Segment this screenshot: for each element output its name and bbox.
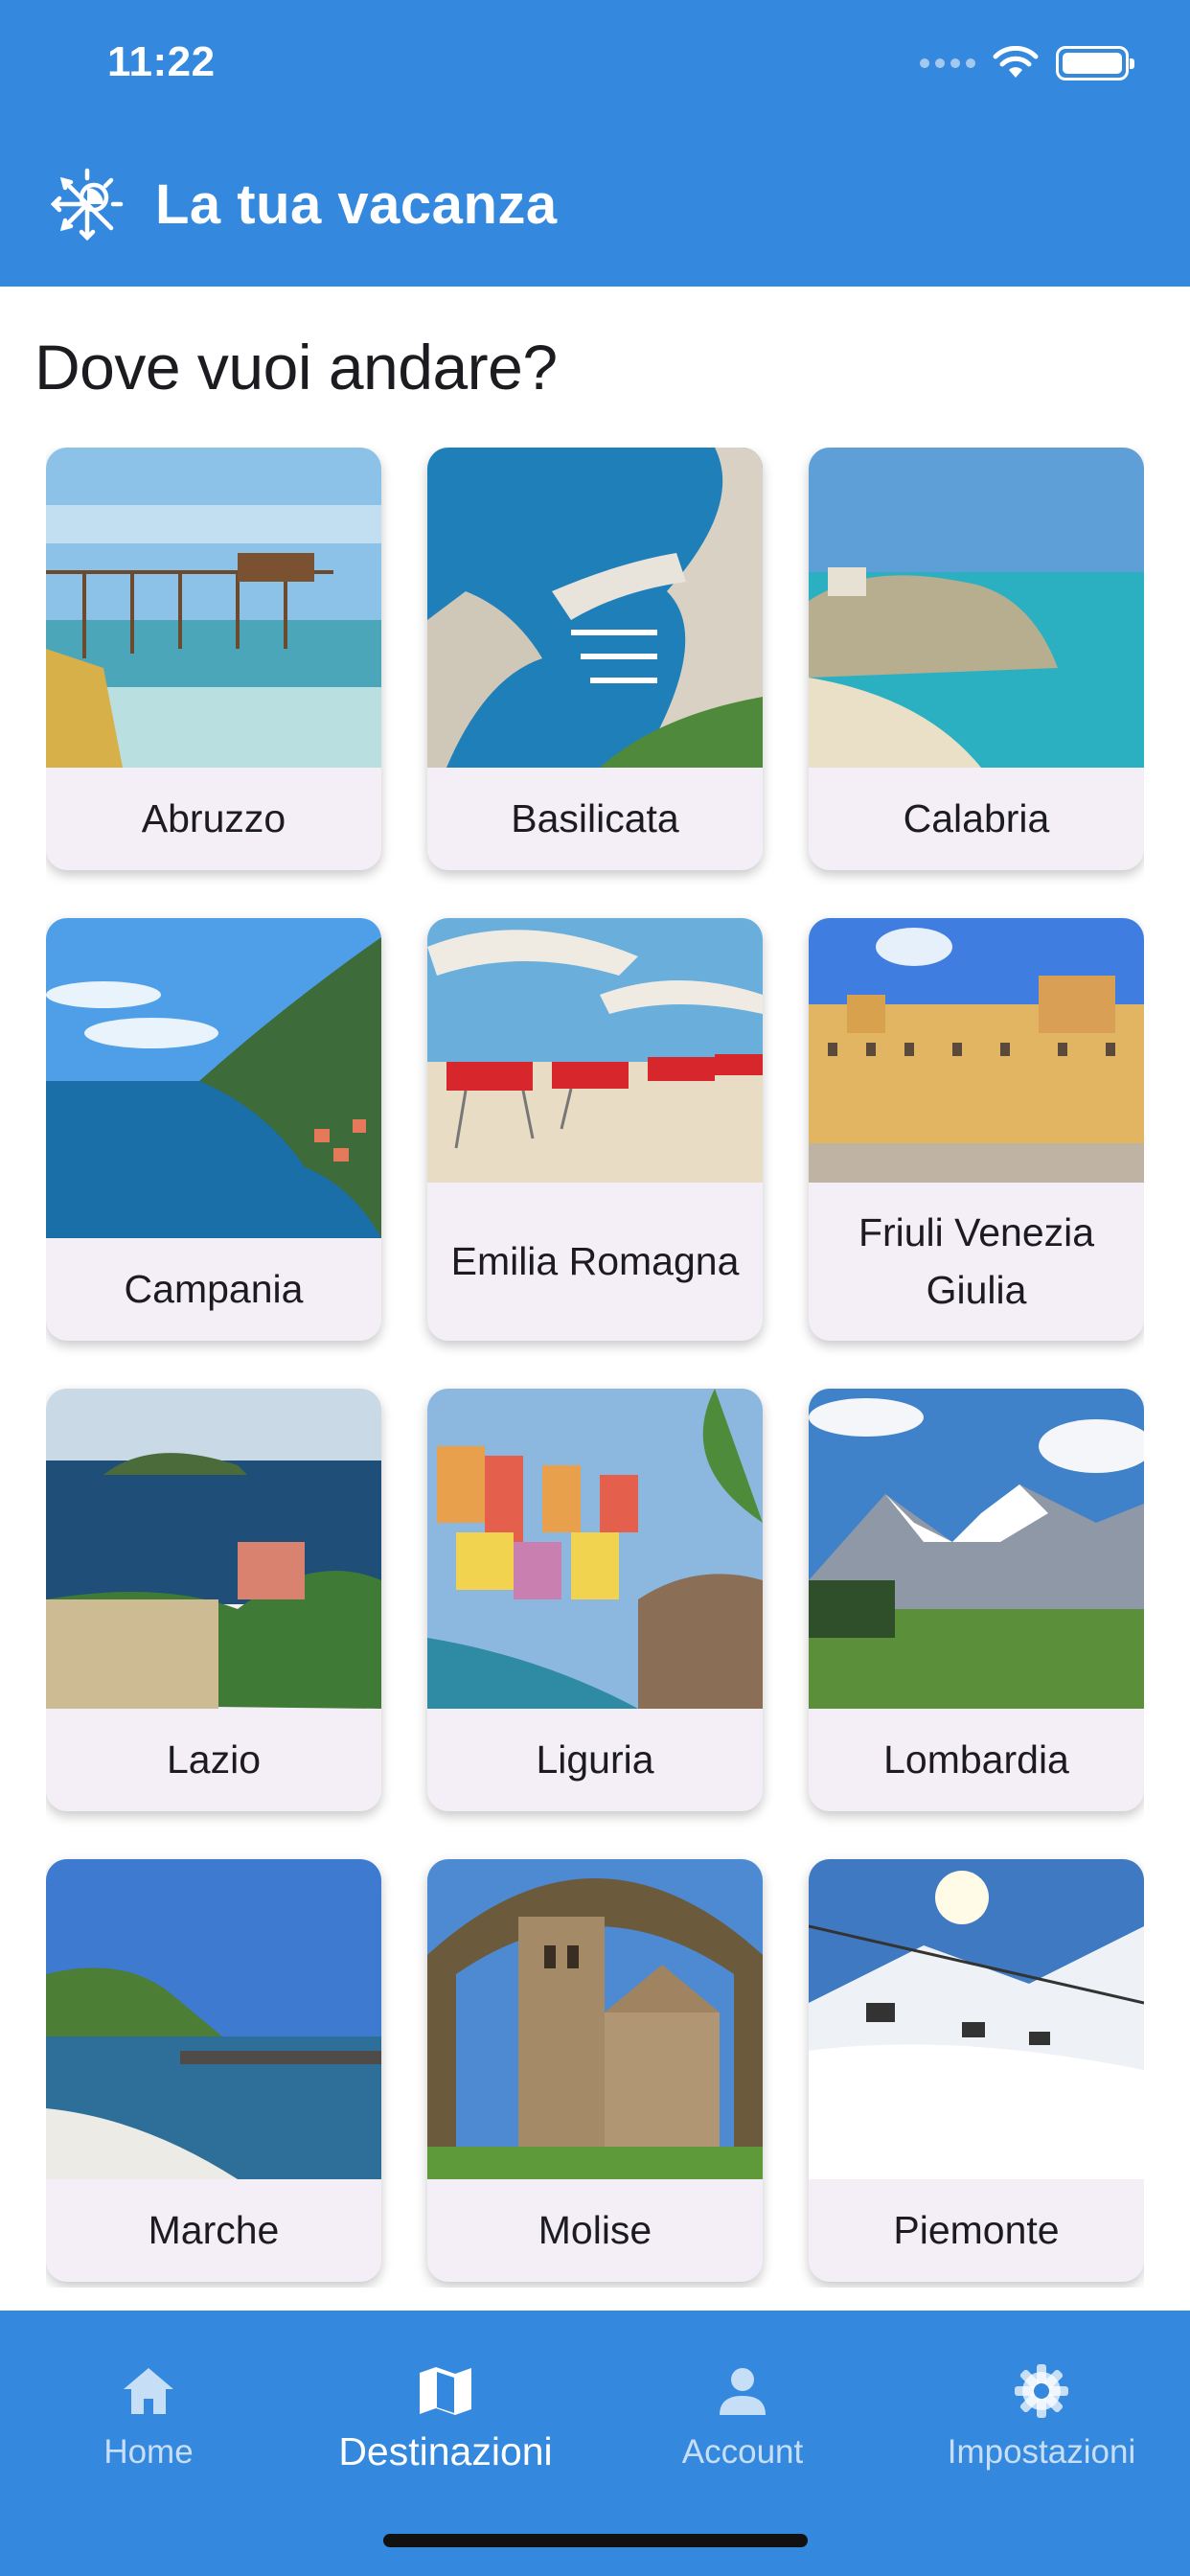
region-photo-molise [427,1859,763,2179]
app-title-row: La tua vacanza [44,161,558,247]
region-photo-friuli [809,918,1144,1183]
region-photo-lazio [46,1389,381,1709]
app-header: 11:22 La tua vacanza [0,0,1190,287]
region-photo-marche [46,1859,381,2179]
region-card-friuli-venezia-giulia[interactable]: Friuli Venezia Giulia [809,918,1144,1341]
status-icons [920,46,1134,80]
region-grid: Abruzzo Basilicata Calabria Campania Emi… [46,448,1144,2288]
home-icon [121,2360,176,2422]
status-time: 11:22 [107,38,216,85]
app-screen: 11:22 La tua vacanza Dove vuoi andare? A… [0,0,1190,2576]
region-label: Basilicata [511,795,679,840]
nav-item-destinazioni[interactable]: Destinazioni [297,2311,594,2502]
region-label: Liguria [536,1736,654,1782]
region-label: Molise [538,2207,652,2252]
region-label: Marche [148,2207,280,2252]
sun-snowflake-icon [50,168,124,242]
nav-label: Impostazioni [947,2433,1136,2471]
region-label: Calabria [903,795,1050,840]
region-card-marche[interactable]: Marche [46,1859,381,2282]
region-photo-campania [46,918,381,1238]
region-photo-abruzzo [46,448,381,768]
region-label: Lombardia [883,1736,1069,1782]
nav-item-home[interactable]: Home [0,2311,297,2502]
nav-label: Destinazioni [338,2429,553,2473]
region-card-lazio[interactable]: Lazio [46,1389,381,1811]
region-photo-liguria [427,1389,763,1709]
nav-label: Account [681,2433,804,2471]
region-photo-piemonte [809,1859,1144,2179]
region-photo-basilicata [427,448,763,768]
nav-label: Home [103,2433,194,2471]
region-card-liguria[interactable]: Liguria [427,1389,763,1811]
region-label: Friuli Venezia Giulia [858,1210,1095,1312]
region-card-abruzzo[interactable]: Abruzzo [46,448,381,870]
region-label: Lazio [166,1736,261,1782]
region-card-campania[interactable]: Campania [46,918,381,1341]
region-label: Piemonte [893,2207,1060,2252]
nav-item-impostazioni[interactable]: Impostazioni [893,2311,1190,2502]
gear-icon [1013,2360,1070,2422]
battery-icon [1056,46,1134,80]
cellular-signal-icon [920,58,975,68]
region-photo-lombardia [809,1389,1144,1709]
region-label: Abruzzo [141,795,286,840]
map-icon [418,2360,473,2422]
person-icon [717,2360,768,2422]
region-card-calabria[interactable]: Calabria [809,448,1144,870]
nav-item-account[interactable]: Account [594,2311,891,2502]
home-indicator[interactable] [383,2534,808,2547]
wifi-icon [993,46,1039,78]
region-card-piemonte[interactable]: Piemonte [809,1859,1144,2282]
region-card-basilicata[interactable]: Basilicata [427,448,763,870]
region-photo-calabria [809,448,1144,768]
region-label: Campania [124,1266,304,1311]
region-card-lombardia[interactable]: Lombardia [809,1389,1144,1811]
region-card-molise[interactable]: Molise [427,1859,763,2282]
region-card-emilia-romagna[interactable]: Emilia Romagna [427,918,763,1341]
region-photo-emilia-romagna [427,918,763,1183]
region-label: Emilia Romagna [450,1238,740,1283]
page-heading: Dove vuoi andare? [34,332,558,402]
app-title: La tua vacanza [155,172,558,236]
